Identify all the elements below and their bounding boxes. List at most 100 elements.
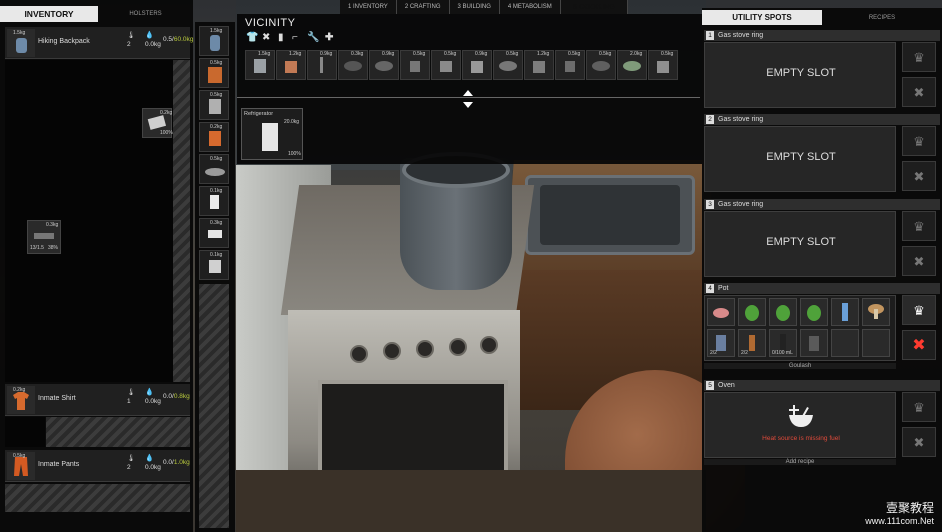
tab-metabolism[interactable]: 4 METABOLISM <box>499 0 561 14</box>
vicinity-item[interactable]: 1.2kg <box>524 50 554 80</box>
remove-button[interactable]: ✖ <box>902 427 936 457</box>
add-recipe-button[interactable]: Add recipe <box>704 459 896 465</box>
holster-slot-shoes[interactable]: 0.5kg <box>199 154 229 184</box>
inventory-tabs: INVENTORY HOLSTERS <box>0 6 193 22</box>
empty-slot[interactable]: EMPTY SLOT <box>704 211 896 277</box>
vicinity-item[interactable]: 0.5kg <box>586 50 616 80</box>
meat-icon <box>713 308 729 318</box>
vicinity-item[interactable]: 0.5kg <box>555 50 585 80</box>
utility-tabs: UTILITY SPOTS RECIPES <box>702 10 942 25</box>
ingredient-slot[interactable] <box>862 298 890 326</box>
shirt-container[interactable]: 0.2kg Inmate Shirt 🌡 1 💧 0.0kg 0.0/0.8kg <box>5 384 190 416</box>
tab-holsters[interactable]: HOLSTERS <box>98 11 193 17</box>
vicinity-item[interactable]: 0.5kg <box>493 50 523 80</box>
holster-slot-gloves[interactable]: 0.1kg <box>199 250 229 280</box>
ingredient-slot[interactable]: 0/100 mL <box>769 329 797 357</box>
resize-arrows-icon[interactable] <box>462 90 474 108</box>
remove-button[interactable]: ✖ <box>902 77 936 107</box>
watermark-title: 壹聚教程 <box>885 501 934 515</box>
ingredient-slot[interactable] <box>707 298 735 326</box>
tab-building[interactable]: 3 BUILDING <box>449 0 500 14</box>
shirt-grid[interactable] <box>5 417 45 447</box>
item-weight: 0.1kg <box>210 252 223 258</box>
grid-item[interactable]: 0.3kg 13/1.5 38% <box>27 220 61 254</box>
holster-slot-backpack[interactable]: 1.5kg <box>199 26 229 56</box>
chef-hat-button[interactable]: ♛ <box>902 126 936 156</box>
bottle-filter-icon[interactable]: ▮ <box>278 32 284 43</box>
remove-button[interactable]: ✖ <box>902 246 936 276</box>
ingredient-slot[interactable] <box>738 298 766 326</box>
tab-recipes[interactable]: RECIPES <box>822 15 942 21</box>
ingredient-slot[interactable] <box>831 298 859 326</box>
vicinity-item[interactable]: 0.9kg <box>369 50 399 80</box>
temperature-value: 1 <box>127 398 131 405</box>
tools-filter-icon[interactable]: ✖ <box>262 32 270 43</box>
empty-slot[interactable]: EMPTY SLOT <box>704 42 896 108</box>
ingredient-slot[interactable] <box>800 298 828 326</box>
vicinity-item[interactable]: 1.2kg <box>276 50 306 80</box>
item-weight: 0.5kg <box>13 453 26 459</box>
item-weight: 0.5kg <box>210 156 223 162</box>
tab-utility-spots[interactable]: UTILITY SPOTS <box>702 10 822 25</box>
tab-cooking[interactable]: 5 COOKING <box>560 0 628 14</box>
grid-item[interactable]: 0.2kg 100% <box>142 108 173 138</box>
item-weight: 0.5kg <box>210 60 223 66</box>
vicinity-item[interactable]: 1.5kg <box>245 50 275 80</box>
vicinity-item[interactable]: 0.9kg <box>462 50 492 80</box>
empty-slot-label: EMPTY SLOT <box>766 236 836 248</box>
backpack-container[interactable]: 1.5kg Hiking Backpack 🌡 2 💧 0.0kg 0.5/60… <box>5 27 193 59</box>
holster-slot-jacket[interactable]: 0.5kg <box>199 58 229 88</box>
backpack-slot[interactable]: 1.5kg <box>7 29 35 57</box>
cancel-cooking-button[interactable]: ✖ <box>902 330 936 360</box>
item-weight: 1.2kg <box>537 51 550 57</box>
refrigerator-slot[interactable]: Refrigerator 20.0kg 100% <box>241 108 303 160</box>
holster-slot-vest[interactable]: 0.5kg <box>199 90 229 120</box>
pants-container[interactable]: 0.5kg Inmate Pants 🌡 2 💧 0.0kg 0.0/1.0kg <box>5 450 190 482</box>
spot-name: Pot <box>718 285 729 292</box>
vicinity-item[interactable]: 0.5kg <box>431 50 461 80</box>
holster-slot-socks[interactable]: 0.1kg <box>199 186 229 216</box>
pants-label: Inmate Pants <box>38 461 80 468</box>
chef-hat-button[interactable]: ♛ <box>902 392 936 422</box>
vicinity-item[interactable]: 2.0kg <box>617 50 647 80</box>
chef-hat-button[interactable]: ♛ <box>902 211 936 241</box>
empty-slot[interactable]: EMPTY SLOT <box>704 126 896 192</box>
wrench-filter-icon[interactable]: 🔧 <box>307 32 319 43</box>
backpack-label: Hiking Backpack <box>38 38 90 45</box>
gun-filter-icon[interactable]: ⌐ <box>292 32 298 43</box>
vicinity-item[interactable]: 0.9kg <box>307 50 337 80</box>
medical-filter-icon[interactable]: ✚ <box>325 32 333 43</box>
backpack-grid[interactable]: 0.2kg 100% 0.3kg 13/1.5 38% <box>5 60 173 382</box>
item-weight: 1.2kg <box>289 51 302 57</box>
cook-button[interactable]: ♛ <box>902 295 936 325</box>
vicinity-item[interactable]: 0.5kg <box>400 50 430 80</box>
recipe-name: Goulash <box>704 363 896 369</box>
tab-number: 2 <box>404 4 409 10</box>
capacity-used: 0.5/ <box>163 36 174 43</box>
tab-inventory-panel[interactable]: INVENTORY <box>0 6 98 22</box>
chef-hat-button[interactable]: ♛ <box>902 42 936 72</box>
remove-button[interactable]: ✖ <box>902 161 936 191</box>
close-icon: ✖ <box>913 169 925 184</box>
tab-inventory[interactable]: 1 INVENTORY <box>340 0 397 14</box>
ingredient-slot[interactable] <box>800 329 828 357</box>
clothing-filter-icon[interactable]: 👕 <box>246 32 258 43</box>
chef-hat-icon: ♛ <box>913 50 925 65</box>
holster-slot-underwear[interactable]: 0.3kg <box>199 218 229 248</box>
ingredient-slot[interactable]: 2/2 <box>707 329 735 357</box>
tab-number: 5 <box>572 2 577 11</box>
holster-slot-shirt[interactable]: 0.2kg <box>199 122 229 152</box>
pants-slot[interactable]: 0.5kg <box>7 452 35 480</box>
vicinity-item[interactable]: 0.3kg <box>338 50 368 80</box>
water-bottle-icon <box>842 303 848 321</box>
item-quantity: 2/2 <box>710 350 717 356</box>
tab-crafting[interactable]: 2 CRAFTING <box>396 0 450 14</box>
oven-slot[interactable]: Heat source is missing fuel <box>704 392 896 458</box>
ingredient-slot[interactable]: 2/2 <box>738 329 766 357</box>
vicinity-item[interactable]: 0.5kg <box>648 50 678 80</box>
tab-number: 3 <box>457 4 461 10</box>
ingredient-slot[interactable] <box>769 298 797 326</box>
shirt-slot[interactable]: 0.2kg <box>7 386 35 414</box>
thermometer-icon: 🌡 <box>127 32 136 39</box>
item-weight: 0.9kg <box>475 51 488 57</box>
